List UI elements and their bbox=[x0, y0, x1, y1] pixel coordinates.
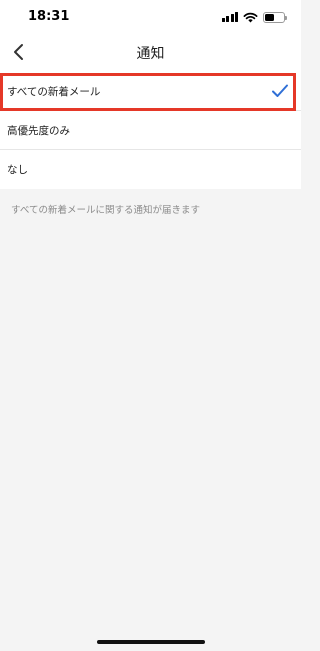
option-high-priority-only[interactable]: 高優先度のみ bbox=[0, 111, 301, 150]
option-label: すべての新着メール bbox=[7, 86, 101, 98]
cellular-signal-icon bbox=[221, 12, 238, 22]
option-none[interactable]: なし bbox=[0, 150, 301, 189]
option-all-new-mail[interactable]: すべての新着メール bbox=[0, 72, 301, 111]
page-title: 通知 bbox=[136, 46, 165, 62]
navigation-bar: 通知 bbox=[0, 32, 301, 72]
status-icons bbox=[221, 11, 287, 23]
notification-options-list: すべての新着メール 高優先度のみ なし bbox=[0, 72, 301, 189]
status-bar: 18:31 bbox=[0, 0, 301, 32]
home-indicator bbox=[97, 640, 205, 644]
option-label: 高優先度のみ bbox=[7, 125, 70, 137]
option-description: すべての新着メールに関する通知が届きます bbox=[11, 205, 200, 216]
battery-icon bbox=[263, 11, 287, 23]
battery-level-fill bbox=[265, 13, 274, 21]
checkmark-icon bbox=[272, 84, 288, 97]
wifi-icon bbox=[243, 12, 258, 22]
status-time: 18:31 bbox=[28, 9, 70, 24]
option-label: なし bbox=[7, 164, 28, 176]
